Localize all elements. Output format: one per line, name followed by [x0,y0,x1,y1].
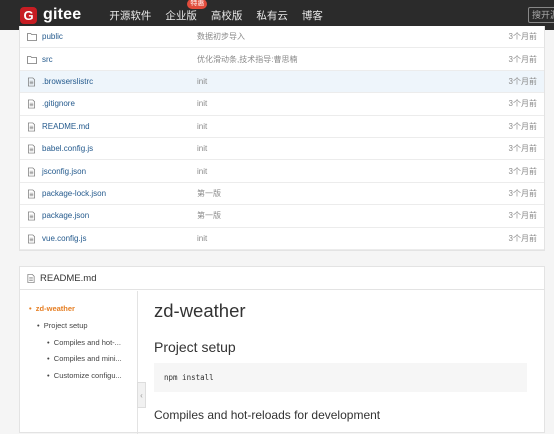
main-nav: 开源软件 企业版 特惠 高校版 私有云 博客 [109,0,337,23]
bullet-icon: • [29,304,36,313]
toc-item-label: Project setup [43,321,88,330]
nav-enterprise[interactable]: 企业版 特惠 [165,0,208,23]
file-icon [27,77,37,87]
gitee-logo-text: gitee [43,6,82,23]
commit-time: 3个月前 [508,121,537,131]
file-name-link[interactable]: babel.config.js [42,144,197,153]
file-row[interactable]: .gitignore init 3个月前 [20,93,544,116]
file-name-link[interactable]: README.md [42,122,197,131]
toc-item-compiles-hot[interactable]: • Compiles and hot-... [47,338,121,347]
commit-time: 3个月前 [508,32,537,42]
file-icon [27,189,37,199]
bullet-icon: • [47,354,54,363]
file-name-link[interactable]: vue.config.js [42,234,197,243]
commit-time: 3个月前 [508,54,537,64]
file-name-link[interactable]: .gitignore [42,99,197,108]
file-row[interactable]: package-lock.json 第一版 3个月前 [20,183,544,206]
file-row[interactable]: public 数据初步导入 3个月前 [20,26,544,49]
file-row[interactable]: package.json 第一版 3个月前 [20,205,544,228]
readme-toc: • zd-weather • Project setup • Compiles … [20,291,138,434]
file-name-link[interactable]: jsconfig.json [42,167,197,176]
readme-h3: Compiles and hot-reloads for development [154,408,381,422]
readme-h2: Project setup [154,339,236,355]
toc-collapse-button[interactable]: ‹ [137,382,146,408]
file-row[interactable]: jsconfig.json init 3个月前 [20,160,544,183]
bullet-icon: • [47,338,54,347]
nav-blog[interactable]: 博客 [302,8,323,23]
commit-time: 3个月前 [508,188,537,198]
file-row[interactable]: README.md init 3个月前 [20,116,544,138]
toc-item-label: Customize configu... [53,371,122,380]
file-icon [27,273,35,283]
file-icon [27,99,37,109]
nav-education[interactable]: 高校版 [211,8,243,23]
commit-time: 3个月前 [508,166,537,176]
file-icon [27,144,37,154]
file-name-link[interactable]: src [42,55,197,64]
file-row[interactable]: src 优化滑动条,技术指导:曹思楠 3个月前 [20,48,544,71]
file-name-link[interactable]: public [42,32,197,41]
commit-message[interactable]: init [197,167,447,176]
file-row[interactable]: vue.config.js init 3个月前 [20,228,544,250]
file-name-link[interactable]: .browserslistrc [42,77,197,86]
commit-time: 3个月前 [508,99,537,109]
readme-panel: README.md • zd-weather • Project setup •… [19,266,545,434]
gitee-logo[interactable]: G gitee [20,6,81,24]
file-name-link[interactable]: package.json [42,211,197,220]
toc-item-label: Compiles and hot-... [53,338,121,347]
toc-item-label: Compiles and mini... [53,354,122,363]
commit-message[interactable]: 第一版 [197,210,447,221]
chevron-left-icon: ‹ [140,390,143,400]
file-list: public 数据初步导入 3个月前 src 优化滑动条,技术指导:曹思楠 3个月前 .br… [19,26,545,251]
toc-item-label: zd-weather [35,304,75,313]
readme-header: README.md [20,267,544,290]
commit-time: 3个月前 [508,233,537,243]
commit-message[interactable]: 数据初步导入 [197,31,447,42]
readme-title: README.md [40,272,97,284]
search-input[interactable]: 搜开源 [528,7,554,23]
toc-item-project-setup[interactable]: • Project setup [37,321,88,330]
nav-enterprise-label: 企业版 [165,9,197,22]
readme-h1: zd-weather [154,300,246,321]
commit-time: 3个月前 [508,144,537,154]
file-name-link[interactable]: package-lock.json [42,189,197,198]
commit-message[interactable]: init [197,234,447,243]
bullet-icon: • [47,371,54,380]
gitee-logo-icon: G [20,6,37,24]
commit-time: 3个月前 [508,211,537,221]
commit-message[interactable]: init [197,122,447,131]
commit-message[interactable]: 第一版 [197,188,447,199]
toc-item-zd-weather[interactable]: • zd-weather [29,304,75,313]
code-block: npm install [154,363,527,392]
commit-message[interactable]: 优化滑动条,技术指导:曹思楠 [197,54,447,65]
file-row[interactable]: .browserslistrc init 3个月前 [20,70,544,94]
nav-open-source[interactable]: 开源软件 [109,8,151,23]
bullet-icon: • [37,321,44,330]
toc-item-compiles-minify[interactable]: • Compiles and mini... [47,354,122,363]
file-icon [27,211,37,221]
file-row[interactable]: babel.config.js init 3个月前 [20,138,544,161]
file-icon [27,234,37,244]
toc-item-customize-config[interactable]: • Customize configu... [47,371,122,380]
file-icon [27,167,37,176]
promo-badge: 特惠 [187,0,208,9]
commit-time: 3个月前 [508,76,537,86]
nav-private-cloud[interactable]: 私有云 [256,8,288,23]
folder-icon [27,32,37,42]
commit-message[interactable]: init [197,99,447,108]
commit-message[interactable]: init [197,144,447,153]
file-icon [27,122,37,132]
commit-message[interactable]: init [197,77,447,86]
folder-icon [27,55,37,64]
